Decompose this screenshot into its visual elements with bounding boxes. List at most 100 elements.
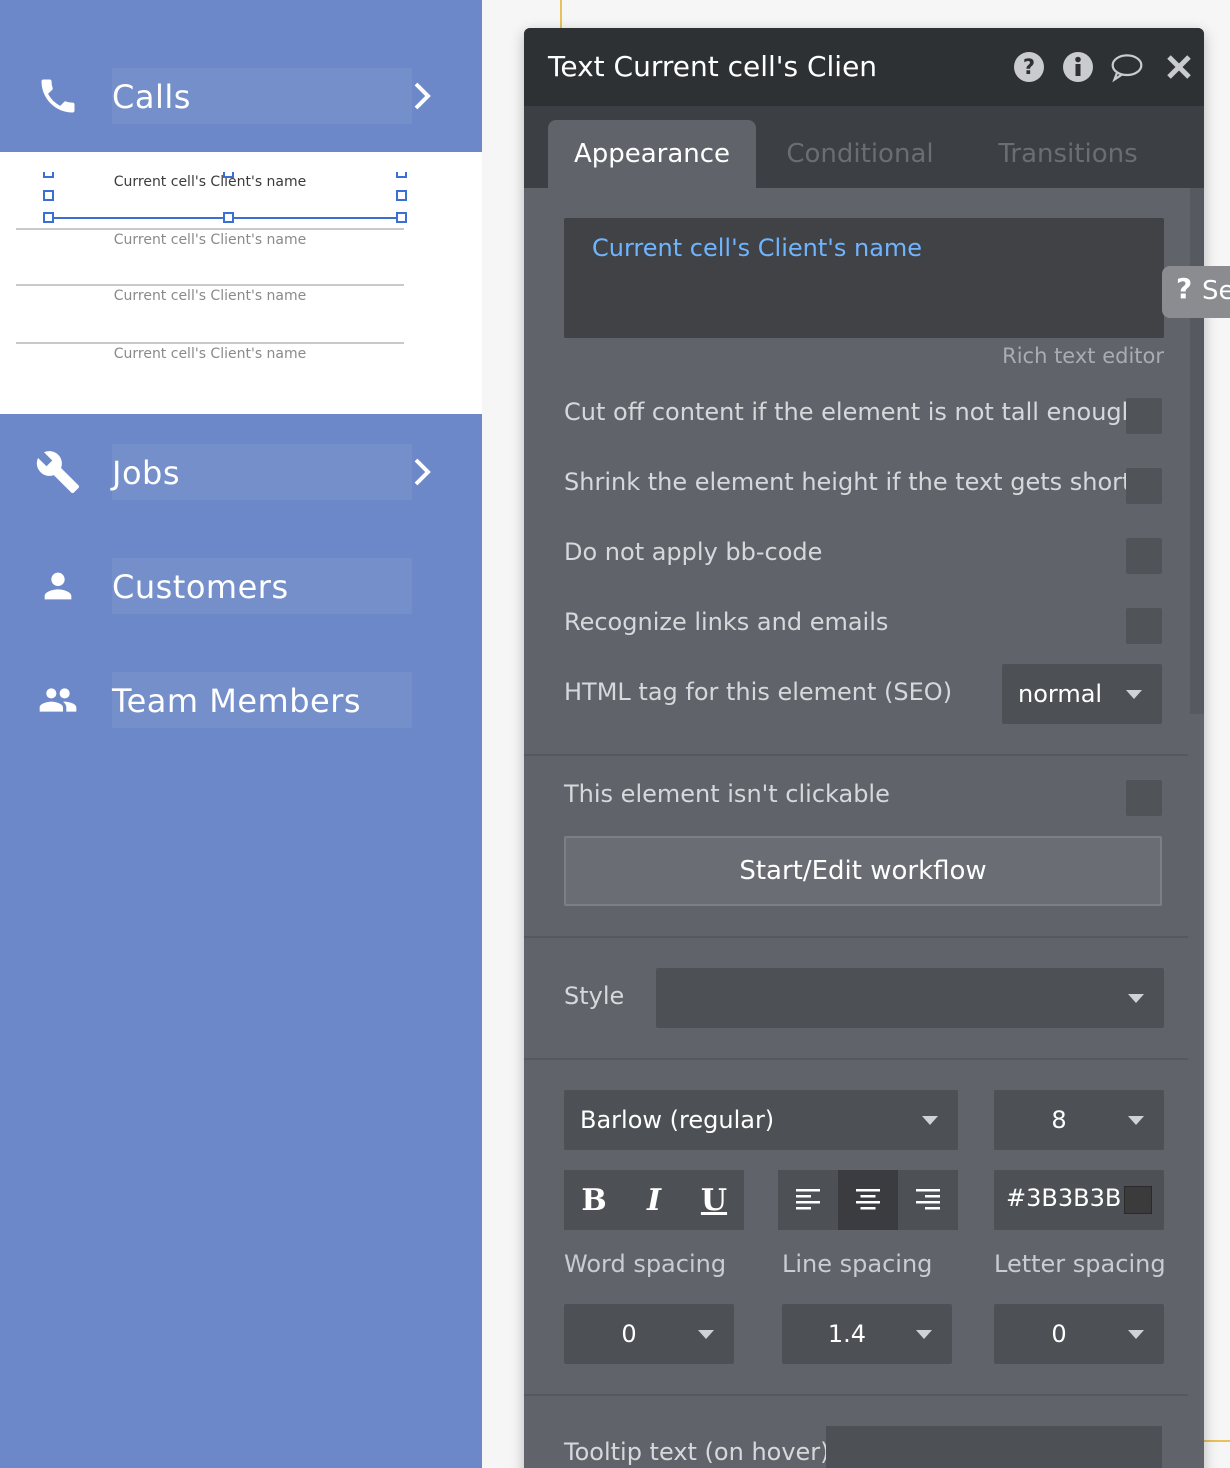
- align-center-button[interactable]: [838, 1170, 898, 1230]
- chevron-down-icon: [1126, 690, 1142, 699]
- shrink-height-checkbox[interactable]: [1126, 468, 1162, 504]
- html-tag-label: HTML tag for this element (SEO): [564, 678, 953, 706]
- style-dropdown[interactable]: [656, 968, 1164, 1028]
- sidebar-item-team-members[interactable]: Team Members: [0, 670, 482, 730]
- cut-off-content-checkbox[interactable]: [1126, 398, 1162, 434]
- section-divider: [524, 754, 1188, 756]
- letter-spacing-dropdown[interactable]: 0: [994, 1304, 1164, 1364]
- align-right-button[interactable]: [898, 1170, 958, 1230]
- list-item[interactable]: Current cell's Client's name: [16, 230, 404, 286]
- chevron-down-icon: [1128, 1330, 1144, 1339]
- align-left-icon: [796, 1189, 820, 1210]
- panel-header[interactable]: Text Current cell's Clien ?: [524, 28, 1204, 106]
- repeating-group[interactable]: Current cell's Client's name Current cel…: [0, 152, 482, 414]
- tab-bar: Appearance Conditional Transitions: [524, 106, 1204, 188]
- tooltip-text-input[interactable]: [826, 1426, 1162, 1468]
- panel-title: Text Current cell's Clien: [548, 50, 878, 83]
- comment-icon[interactable]: [1110, 50, 1144, 84]
- group-icon: [30, 674, 86, 726]
- property-editor-panel[interactable]: Text Current cell's Clien ? Appearance C…: [524, 28, 1204, 1468]
- person-icon: [30, 560, 86, 612]
- bold-button[interactable]: B: [564, 1170, 624, 1230]
- question-icon: ?: [1176, 272, 1193, 305]
- resize-handle[interactable]: [43, 212, 54, 223]
- chevron-down-icon: [1128, 994, 1144, 1003]
- align-center-icon: [856, 1189, 880, 1210]
- phone-icon: [30, 70, 86, 122]
- chevron-down-icon: [922, 1116, 938, 1125]
- no-bbcode-checkbox[interactable]: [1126, 538, 1162, 574]
- sidebar-item-label: Calls: [112, 78, 191, 116]
- resize-handle[interactable]: [396, 172, 407, 178]
- resize-handle[interactable]: [43, 190, 54, 201]
- dropdown-value: normal: [1018, 680, 1103, 708]
- font-size-dropdown[interactable]: 8: [994, 1090, 1164, 1150]
- style-label: Style: [564, 982, 625, 1010]
- rich-text-editor-link[interactable]: Rich text editor: [1002, 344, 1164, 368]
- canvas-guide-line: [560, 0, 562, 28]
- tab-transitions[interactable]: Transitions: [984, 120, 1152, 188]
- chevron-down-icon: [698, 1330, 714, 1339]
- resize-handle[interactable]: [223, 172, 234, 178]
- list-item[interactable]: Current cell's Client's name: [16, 344, 404, 400]
- html-tag-dropdown[interactable]: normal: [1002, 664, 1162, 724]
- sidebar-item-jobs[interactable]: Jobs: [0, 442, 482, 502]
- line-spacing-label: Line spacing: [782, 1250, 933, 1278]
- letter-spacing-label: Letter spacing: [994, 1250, 1166, 1278]
- color-hex-value[interactable]: #3B3B3B: [1006, 1184, 1121, 1212]
- resize-handle[interactable]: [223, 212, 234, 223]
- cell-text: Current cell's Client's name: [113, 288, 307, 304]
- section-divider: [524, 1058, 1188, 1060]
- help-circle-icon[interactable]: ?: [1012, 50, 1046, 84]
- sidebar-item-label: Jobs: [112, 454, 180, 492]
- info-icon[interactable]: [1061, 50, 1095, 84]
- text-content-editor[interactable]: Current cell's Client's name: [564, 218, 1164, 338]
- tooltip-label: Tooltip text (on hover): [564, 1438, 830, 1466]
- color-swatch[interactable]: [1124, 1186, 1152, 1214]
- cell-text: Current cell's Client's name: [113, 174, 307, 190]
- sidebar-item-customers[interactable]: Customers: [0, 556, 482, 616]
- tab-conditional[interactable]: Conditional: [774, 120, 946, 188]
- dropdown-value: 8: [1051, 1106, 1067, 1134]
- resize-handle[interactable]: [396, 212, 407, 223]
- resize-handle[interactable]: [43, 172, 54, 178]
- not-clickable-label: This element isn't clickable: [564, 780, 890, 808]
- section-divider: [524, 1394, 1188, 1396]
- close-icon[interactable]: [1162, 50, 1196, 84]
- option-label: Recognize links and emails: [564, 608, 889, 636]
- underline-button[interactable]: U: [684, 1170, 744, 1230]
- canvas-guide-line: [1204, 1440, 1230, 1442]
- cell-text: Current cell's Client's name: [113, 232, 307, 248]
- sidebar-item-label: Customers: [112, 568, 289, 606]
- bold-icon: B: [581, 1182, 607, 1218]
- word-spacing-label: Word spacing: [564, 1250, 727, 1278]
- svg-text:?: ?: [1023, 55, 1035, 79]
- align-left-button[interactable]: [778, 1170, 838, 1230]
- start-edit-workflow-button[interactable]: Start/Edit workflow: [564, 836, 1162, 906]
- cell-text: Current cell's Client's name: [113, 346, 307, 362]
- text-align-group: [778, 1170, 958, 1230]
- chevron-down-icon: [1128, 1116, 1144, 1125]
- tab-appearance[interactable]: Appearance: [548, 120, 756, 188]
- chevron-down-icon: [916, 1330, 932, 1339]
- app-sidebar: Calls Current cell's Client's name Curre…: [0, 0, 482, 1468]
- italic-button[interactable]: I: [624, 1170, 684, 1230]
- italic-icon: I: [646, 1182, 662, 1218]
- font-family-dropdown[interactable]: Barlow (regular): [564, 1090, 958, 1150]
- sidebar-item-label: Team Members: [112, 682, 362, 720]
- font-color-picker[interactable]: #3B3B3B: [994, 1170, 1164, 1230]
- word-spacing-dropdown[interactable]: 0: [564, 1304, 734, 1364]
- chevron-right-icon: [408, 80, 436, 112]
- sidebar-item-calls[interactable]: Calls: [0, 66, 482, 126]
- list-item[interactable]: Current cell's Client's name: [16, 172, 404, 230]
- help-search-tab[interactable]: ? Se: [1162, 266, 1230, 318]
- recognize-links-checkbox[interactable]: [1126, 608, 1162, 644]
- resize-handle[interactable]: [396, 190, 407, 201]
- line-spacing-dropdown[interactable]: 1.4: [782, 1304, 952, 1364]
- option-label: Shrink the element height if the text ge…: [564, 468, 1157, 496]
- list-item[interactable]: Current cell's Client's name: [16, 286, 404, 344]
- dynamic-text-expression[interactable]: Current cell's Client's name: [592, 234, 922, 262]
- dropdown-value: 1.4: [827, 1320, 867, 1348]
- not-clickable-checkbox[interactable]: [1126, 780, 1162, 816]
- align-right-icon: [916, 1189, 940, 1210]
